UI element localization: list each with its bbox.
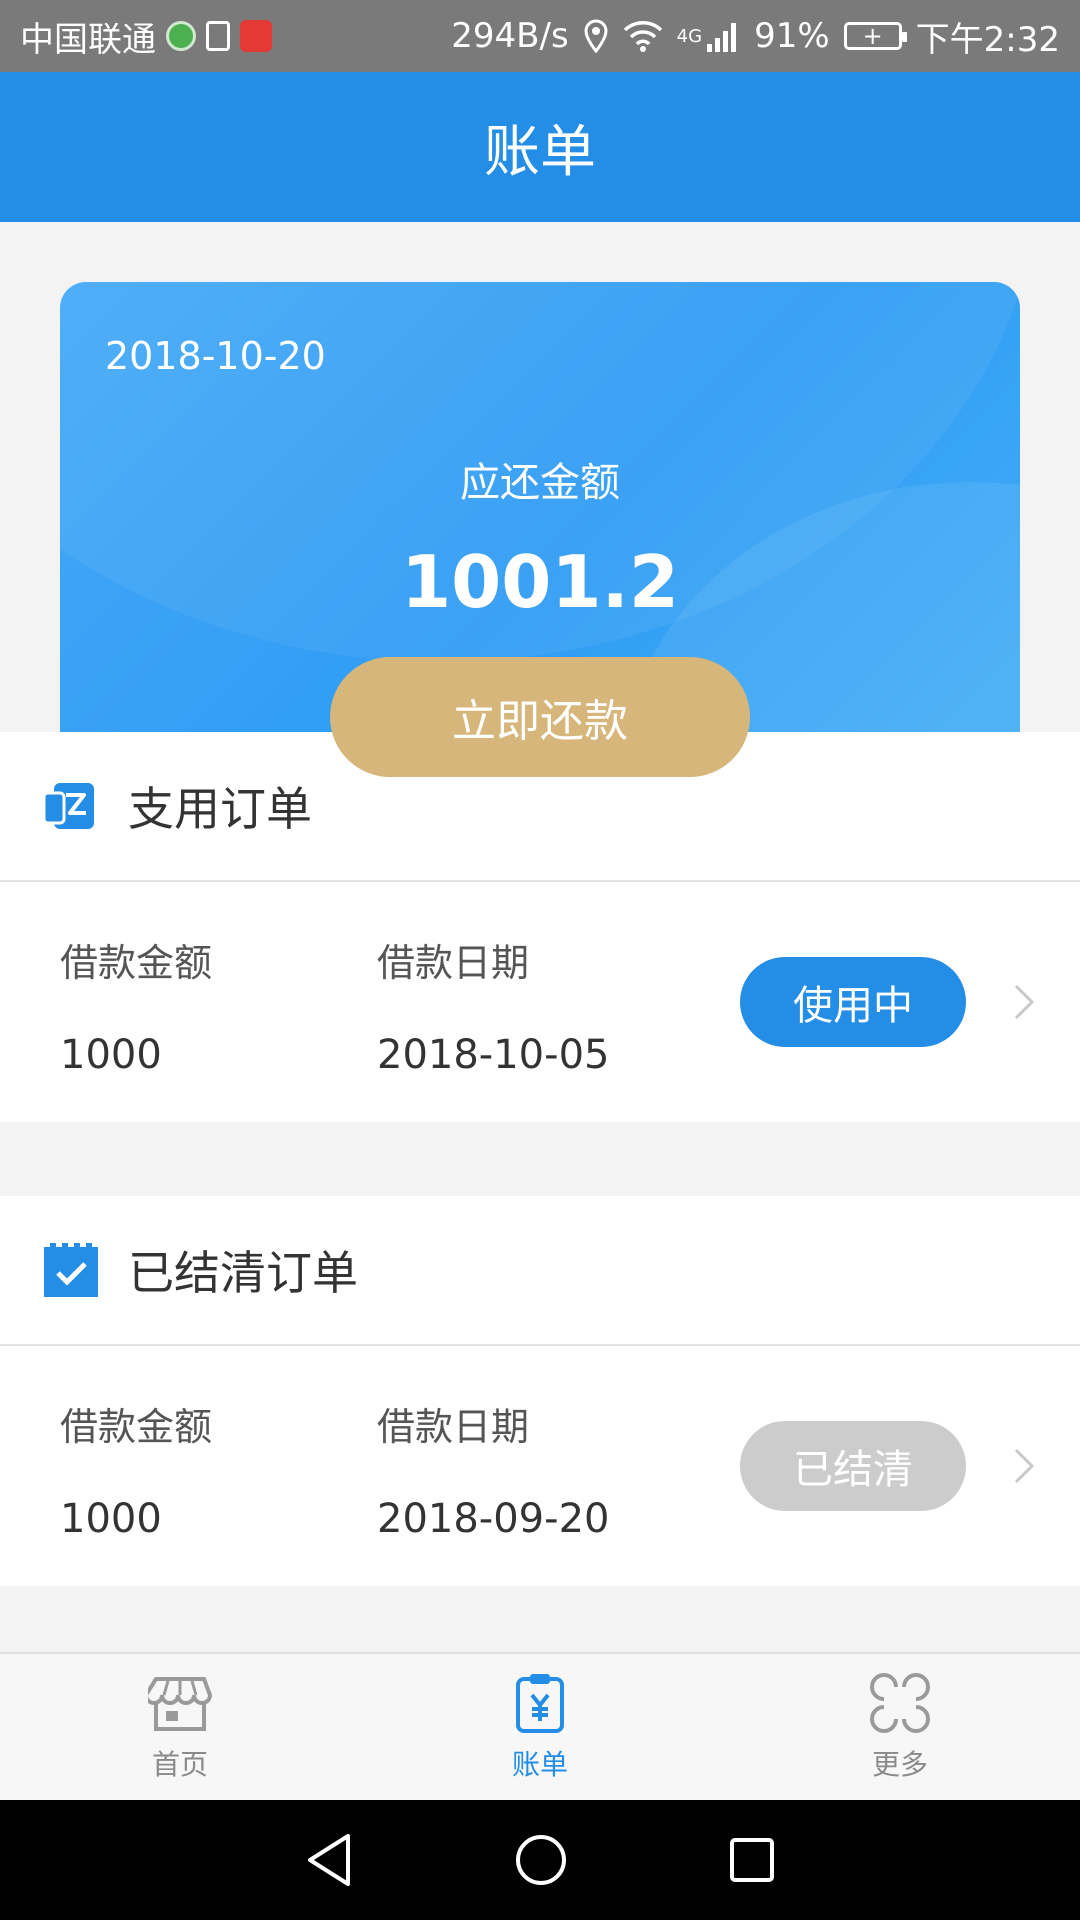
nav-item-more[interactable]: 更多 — [720, 1654, 1080, 1800]
battery-percent: 91% — [754, 16, 830, 56]
network-speed: 294B/s — [451, 16, 569, 56]
wallet-icon — [44, 783, 94, 829]
in-use-status-button[interactable]: 使用中 — [740, 957, 966, 1047]
due-date: 2018-10-20 — [105, 334, 326, 378]
sim-card-icon — [206, 21, 230, 51]
carrier-name: 中国联通 — [20, 19, 156, 60]
loan-date-label: 借款日期 — [377, 1405, 530, 1449]
chevron-right-icon[interactable] — [1010, 982, 1040, 1022]
signal-icon — [707, 23, 737, 52]
home-circle-icon[interactable] — [514, 1833, 568, 1887]
order-row[interactable]: 借款金额 借款日期 1000 2018-09-20 已结清 — [0, 1346, 1080, 1586]
clock: 下午2:32 — [915, 19, 1060, 60]
loan-amount-value: 1000 — [60, 1496, 162, 1542]
loan-amount-value: 1000 — [60, 1032, 162, 1078]
nav-label-home: 首页 — [151, 1748, 208, 1781]
loan-date-label: 借款日期 — [377, 941, 530, 985]
active-orders-title: 支用订单 — [128, 782, 312, 836]
wifi-icon — [623, 21, 662, 52]
notification-app-icon — [166, 21, 196, 51]
system-nav-bar — [0, 1800, 1080, 1920]
back-icon[interactable] — [304, 1832, 354, 1888]
store-icon — [148, 1677, 212, 1731]
nav-label-bills: 账单 — [511, 1748, 568, 1781]
page-header: 账单 — [0, 72, 1080, 222]
settled-orders-title: 已结清订单 — [128, 1246, 358, 1300]
settled-status-button[interactable]: 已结清 — [740, 1421, 966, 1511]
location-icon — [584, 19, 608, 53]
active-orders-section: 支用订单 借款金额 借款日期 1000 2018-10-05 使用中 — [0, 732, 1080, 1122]
amount-due-value: 1001.2 — [401, 540, 679, 624]
nav-item-bills[interactable]: 账单 — [360, 1654, 720, 1800]
notification-app-icon-2 — [240, 20, 272, 52]
loan-amount-label: 借款金额 — [60, 1405, 213, 1449]
order-row[interactable]: 借款金额 借款日期 1000 2018-10-05 使用中 — [0, 882, 1080, 1122]
bill-icon — [516, 1674, 564, 1733]
status-bar: 中国联通 294B/s 4G 91% + 下午2:32 — [0, 0, 1080, 72]
more-icon — [870, 1673, 930, 1733]
loan-date-value: 2018-10-05 — [377, 1032, 610, 1078]
pay-now-button[interactable]: 立即还款 — [330, 657, 750, 777]
amount-due-label: 应还金额 — [460, 460, 620, 506]
nav-item-home[interactable]: 首页 — [0, 1654, 360, 1800]
settled-orders-section: 已结清订单 借款金额 借款日期 1000 2018-09-20 已结清 — [0, 1196, 1080, 1586]
battery-charging-icon: + — [843, 22, 907, 50]
loan-amount-label: 借款金额 — [60, 941, 213, 985]
settled-orders-header: 已结清订单 — [0, 1196, 1080, 1346]
calendar-check-icon — [44, 1243, 98, 1297]
chevron-right-icon[interactable] — [1010, 1446, 1040, 1486]
nav-label-more: 更多 — [871, 1748, 928, 1781]
network-type: 4G — [676, 25, 703, 47]
loan-date-value: 2018-09-20 — [377, 1496, 610, 1542]
page-title: 账单 — [484, 119, 596, 185]
bottom-nav: 首页 账单 更多 — [0, 1652, 1080, 1800]
recents-icon[interactable] — [728, 1836, 776, 1884]
